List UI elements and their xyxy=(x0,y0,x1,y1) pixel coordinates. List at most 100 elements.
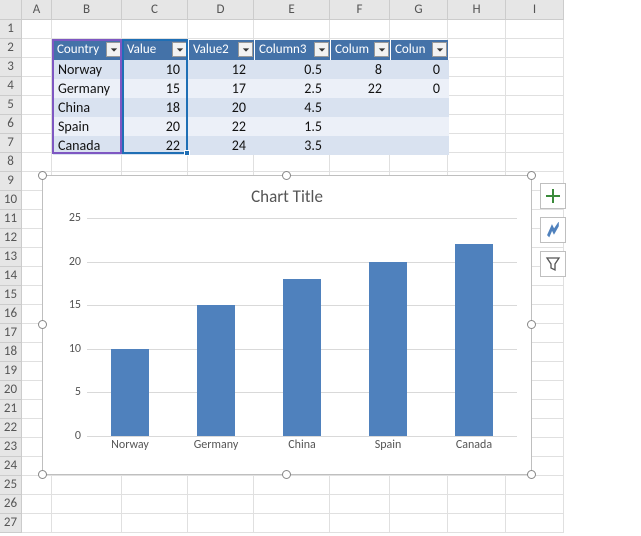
table-cell[interactable]: 22 xyxy=(189,117,255,136)
table-row[interactable]: Canada22243.5 xyxy=(53,136,449,155)
table-cell[interactable]: Canada xyxy=(53,136,123,155)
resize-handle[interactable] xyxy=(38,470,47,479)
filter-button[interactable] xyxy=(314,42,329,57)
table-cell[interactable]: 10 xyxy=(123,60,189,79)
table-cell[interactable]: 0 xyxy=(391,60,449,79)
table-row[interactable]: China18204.5 xyxy=(53,98,449,117)
bar[interactable] xyxy=(283,279,321,436)
table-header-column4[interactable]: Colum xyxy=(331,40,391,60)
table-row[interactable]: Norway10120.580 xyxy=(53,60,449,79)
col-header-C[interactable]: C xyxy=(122,0,188,20)
row-header[interactable]: 24 xyxy=(0,457,22,476)
table-cell[interactable]: 2.5 xyxy=(255,79,331,98)
filter-button[interactable] xyxy=(238,42,253,57)
row-header[interactable]: 11 xyxy=(0,210,22,229)
table-cell[interactable] xyxy=(391,98,449,117)
table-cell[interactable] xyxy=(331,136,391,155)
row-header[interactable]: 25 xyxy=(0,476,22,495)
bar[interactable] xyxy=(369,262,407,436)
fill-handle[interactable] xyxy=(184,150,190,156)
table-cell[interactable]: 12 xyxy=(189,60,255,79)
resize-handle[interactable] xyxy=(38,171,47,180)
table-cell[interactable] xyxy=(331,98,391,117)
bar[interactable] xyxy=(197,305,235,436)
bar[interactable] xyxy=(111,349,149,436)
select-all-corner[interactable] xyxy=(0,0,22,20)
resize-handle[interactable] xyxy=(38,320,47,329)
filter-button[interactable] xyxy=(106,42,121,57)
row-header[interactable]: 2 xyxy=(0,39,22,58)
row-header[interactable]: 15 xyxy=(0,286,22,305)
chart-filters-button[interactable] xyxy=(540,251,566,277)
chart-title[interactable]: Chart Title xyxy=(43,176,531,211)
table-cell[interactable]: 20 xyxy=(123,117,189,136)
table-cell[interactable]: 0 xyxy=(391,79,449,98)
row-header[interactable]: 19 xyxy=(0,362,22,381)
filter-button[interactable] xyxy=(172,42,187,57)
row-header[interactable]: 8 xyxy=(0,153,22,172)
row-header[interactable]: 16 xyxy=(0,305,22,324)
col-header-F[interactable]: F xyxy=(330,0,390,20)
table-cell[interactable]: 22 xyxy=(331,79,391,98)
table-cell[interactable]: Norway xyxy=(53,60,123,79)
col-header-H[interactable]: H xyxy=(448,0,506,20)
col-header-I[interactable]: I xyxy=(506,0,564,20)
table-cell[interactable]: 22 xyxy=(123,136,189,155)
resize-handle[interactable] xyxy=(282,470,291,479)
col-header-B[interactable]: B xyxy=(52,0,122,20)
chart-styles-button[interactable] xyxy=(540,217,566,243)
table-cell[interactable]: Germany xyxy=(53,79,123,98)
row-header[interactable]: 10 xyxy=(0,191,22,210)
col-header-G[interactable]: G xyxy=(390,0,448,20)
table-cell[interactable]: 4.5 xyxy=(255,98,331,117)
row-header[interactable]: 18 xyxy=(0,343,22,362)
row-header[interactable]: 1 xyxy=(0,20,22,39)
resize-handle[interactable] xyxy=(527,320,536,329)
table-cell[interactable]: 18 xyxy=(123,98,189,117)
row-header[interactable]: 12 xyxy=(0,229,22,248)
row-header[interactable]: 4 xyxy=(0,77,22,96)
col-header-A[interactable]: A xyxy=(22,0,52,20)
row-header[interactable]: 22 xyxy=(0,419,22,438)
row-header[interactable]: 21 xyxy=(0,400,22,419)
resize-handle[interactable] xyxy=(282,171,291,180)
table-header-column3[interactable]: Column3 xyxy=(255,40,331,60)
table-cell[interactable]: 0.5 xyxy=(255,60,331,79)
row-header[interactable]: 5 xyxy=(0,96,22,115)
table-cell[interactable]: 17 xyxy=(189,79,255,98)
resize-handle[interactable] xyxy=(527,171,536,180)
row-header[interactable]: 26 xyxy=(0,495,22,514)
bar[interactable] xyxy=(455,244,493,436)
table-header-value2[interactable]: Value2 xyxy=(189,40,255,60)
row-header[interactable]: 20 xyxy=(0,381,22,400)
row-header[interactable]: 27 xyxy=(0,514,22,533)
table-header-column5[interactable]: Colun xyxy=(391,40,449,60)
table-row[interactable]: Spain20221.5 xyxy=(53,117,449,136)
embedded-chart[interactable]: Chart Title 0510152025 NorwayGermanyChin… xyxy=(42,175,532,475)
row-header[interactable]: 13 xyxy=(0,248,22,267)
col-header-D[interactable]: D xyxy=(188,0,254,20)
row-header[interactable]: 7 xyxy=(0,134,22,153)
row-header[interactable]: 17 xyxy=(0,324,22,343)
table-cell[interactable] xyxy=(391,136,449,155)
table-cell[interactable]: 20 xyxy=(189,98,255,117)
table-cell[interactable]: 8 xyxy=(331,60,391,79)
table-cell[interactable]: 1.5 xyxy=(255,117,331,136)
table-row[interactable]: Germany15172.5220 xyxy=(53,79,449,98)
table-cell[interactable]: China xyxy=(53,98,123,117)
table-header-country[interactable]: Country xyxy=(53,40,123,60)
table-cell[interactable]: 3.5 xyxy=(255,136,331,155)
table-cell[interactable]: 24 xyxy=(189,136,255,155)
row-header[interactable]: 6 xyxy=(0,115,22,134)
table-cell[interactable]: Spain xyxy=(53,117,123,136)
filter-button[interactable] xyxy=(432,42,447,57)
resize-handle[interactable] xyxy=(527,470,536,479)
col-header-E[interactable]: E xyxy=(254,0,330,20)
row-header[interactable]: 3 xyxy=(0,58,22,77)
row-header[interactable]: 23 xyxy=(0,438,22,457)
row-header[interactable]: 9 xyxy=(0,172,22,191)
table-header-value[interactable]: Value xyxy=(123,40,189,60)
table-cell[interactable] xyxy=(391,117,449,136)
filter-button[interactable] xyxy=(374,42,389,57)
chart-elements-button[interactable] xyxy=(540,183,566,209)
